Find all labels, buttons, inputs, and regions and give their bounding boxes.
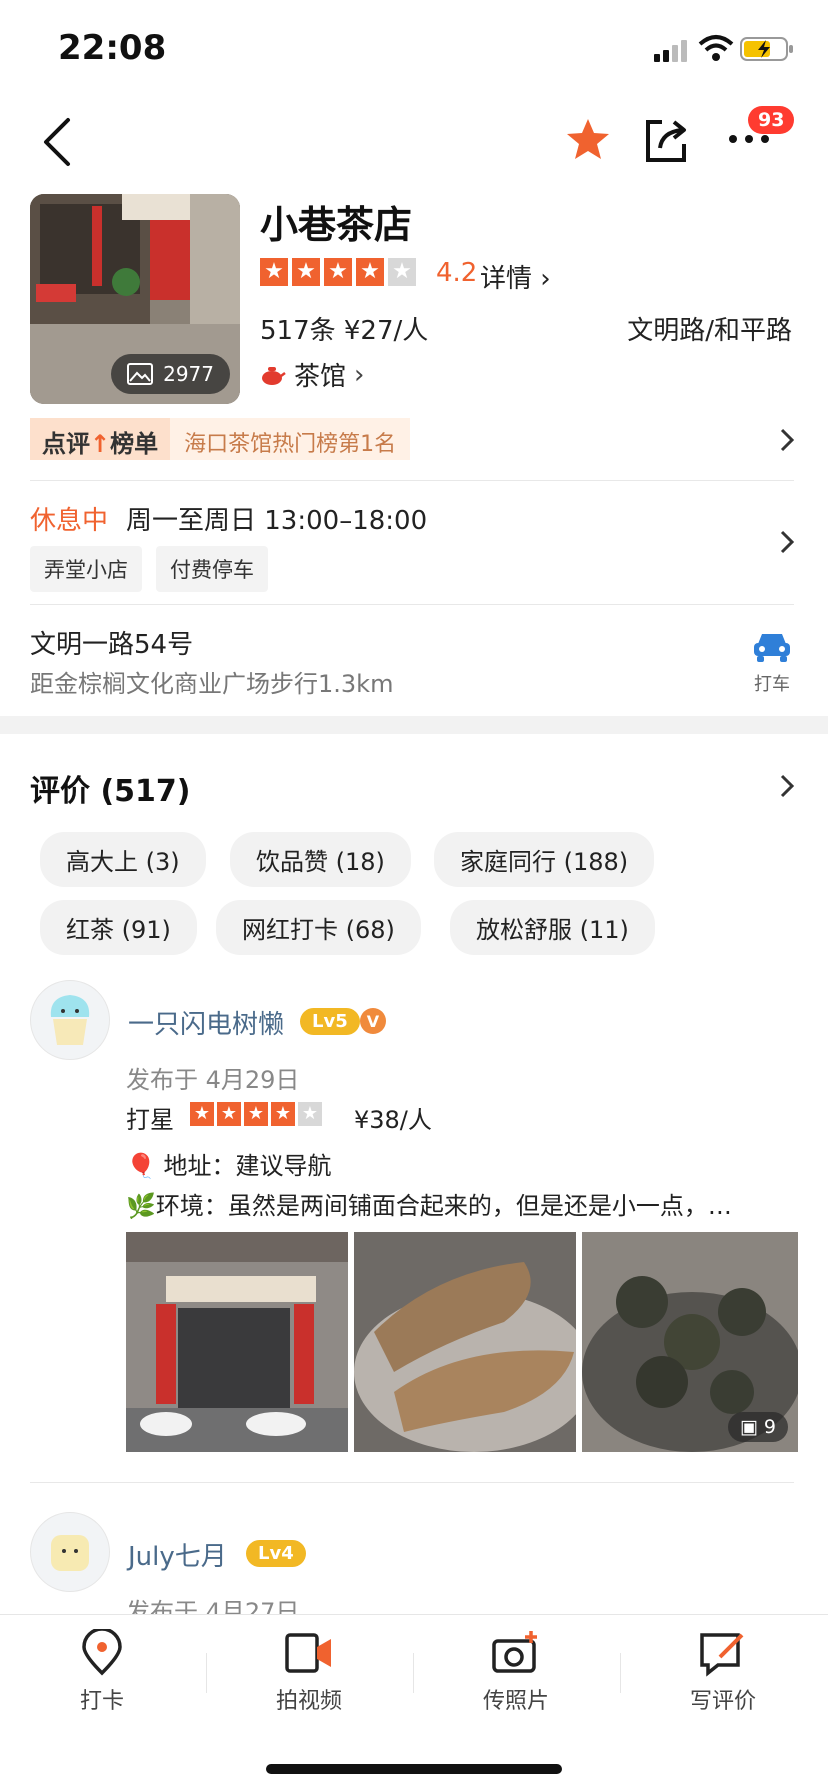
chevron-right-icon[interactable]	[778, 772, 796, 800]
review-tag-chip[interactable]: 高大上 (3)	[40, 832, 206, 887]
review-count-price: 517条 ¥27/人	[260, 316, 429, 346]
photo-count-pill[interactable]: 2977	[111, 354, 230, 394]
ranking-tag-b: 榜单	[110, 430, 159, 458]
taxi-car-icon[interactable]	[752, 630, 792, 664]
tab-separator	[206, 1653, 207, 1693]
verified-badge: V	[360, 1008, 386, 1034]
camera-plus-icon	[492, 1631, 537, 1673]
tab-label: 打卡	[79, 1689, 124, 1714]
review-tag-chip[interactable]: 家庭同行 (188)	[434, 832, 655, 887]
status-time: 22:08	[58, 28, 167, 68]
review-line-environment[interactable]: 🌿环境：虽然是两间铺面合起来的，但是还是小一点，…	[126, 1186, 798, 1221]
star-icon: ★	[190, 1102, 214, 1126]
teapot-icon	[262, 366, 286, 385]
shop-name: 小巷茶店	[260, 203, 413, 247]
tab-video[interactable]: 拍视频	[229, 1629, 389, 1715]
address-distance: 距金棕榈文化商业广场步行1.3km	[30, 670, 394, 698]
detail-label: 详情	[480, 264, 533, 294]
category-link[interactable]: 茶馆 ›	[260, 356, 364, 393]
cupcake-avatar-icon	[50, 995, 90, 1045]
back-arrow-icon[interactable]	[38, 116, 78, 168]
reviews-title[interactable]: 评价 (517)	[30, 766, 191, 810]
review-tag-chip[interactable]: 饮品赞 (18)	[230, 832, 411, 887]
favorite-star-icon[interactable]	[564, 116, 612, 164]
location-pin-icon	[82, 1629, 122, 1676]
section-separator	[0, 716, 828, 734]
cellular-signal-icon	[654, 40, 687, 62]
shop-tag: 付费停车	[156, 546, 268, 592]
video-camera-icon	[285, 1633, 331, 1673]
star-empty-icon: ★	[388, 258, 416, 286]
reviewer-name[interactable]: July七月	[128, 1536, 227, 1573]
tab-checkin[interactable]: 打卡	[22, 1629, 182, 1715]
review-line-address: 🎈 地址：建议导航	[126, 1152, 332, 1180]
taxi-label[interactable]: 打车	[754, 670, 790, 696]
more-photos-number: 9	[763, 1416, 776, 1438]
star-icon: ★	[324, 258, 352, 286]
tab-label: 拍视频	[275, 1689, 342, 1714]
ranking-tag: 点评↑榜单	[30, 418, 171, 460]
tab-label: 写评价	[689, 1689, 756, 1714]
score-label: 打星	[126, 1106, 174, 1134]
tab-separator	[620, 1653, 621, 1693]
chevron-right-icon[interactable]	[778, 528, 796, 556]
avatar[interactable]	[30, 1512, 110, 1592]
level-badge: Lv5	[300, 1008, 360, 1035]
review-photo-storefront	[126, 1232, 348, 1452]
shop-photo[interactable]: 2977	[30, 194, 240, 404]
ranking-tag-a: 点评	[42, 430, 90, 458]
star-icon: ★	[260, 258, 288, 286]
review-photo-food	[354, 1232, 576, 1452]
star-icon: ★	[292, 258, 320, 286]
review-price: ¥38/人	[354, 1106, 432, 1134]
star-empty-icon: ★	[298, 1102, 322, 1126]
write-review-icon	[700, 1633, 744, 1677]
chevron-right-icon[interactable]	[778, 426, 796, 454]
review-tag-chip[interactable]: 网红打卡 (68)	[216, 900, 421, 955]
review-tag-chip[interactable]: 放松舒服 (11)	[450, 900, 655, 955]
wifi-icon	[698, 35, 734, 61]
status-bar: 22:08	[0, 0, 828, 96]
image-icon: ▣	[739, 1416, 764, 1438]
tab-separator	[413, 1653, 414, 1693]
photo-count: 2977	[163, 362, 214, 386]
review-stars: ★ ★ ★ ★ ★	[190, 1102, 322, 1126]
toast-avatar-icon	[51, 1535, 89, 1571]
image-icon	[127, 363, 154, 385]
category-label: 茶馆	[294, 362, 347, 392]
star-icon: ★	[217, 1102, 241, 1126]
star-icon: ★	[356, 258, 384, 286]
rating-detail-link[interactable]: 详情 ›	[480, 258, 551, 295]
home-indicator[interactable]	[266, 1764, 562, 1774]
rating-score: 4.2	[436, 258, 478, 288]
divider	[30, 1482, 794, 1483]
tab-upload-photo[interactable]: 传照片	[436, 1629, 596, 1715]
avatar[interactable]	[30, 980, 110, 1060]
more-photos-count[interactable]: ▣ 9	[727, 1412, 788, 1442]
divider	[30, 604, 794, 605]
battery-icon	[740, 37, 793, 61]
publish-date: 发布于 4月29日	[126, 1066, 300, 1094]
reviewer-name[interactable]: 一只闪电树懒	[128, 1004, 284, 1041]
shop-tag: 弄堂小店	[30, 546, 142, 592]
star-icon: ★	[271, 1102, 295, 1126]
shop-address[interactable]: 文明一路54号	[30, 624, 193, 661]
level-badge: Lv4	[246, 1540, 306, 1567]
notification-badge: 93	[748, 106, 795, 134]
ranking-banner[interactable]: 点评↑榜单 海口茶馆热门榜第1名	[30, 418, 411, 460]
review-tag-chip[interactable]: 红茶 (91)	[40, 900, 197, 955]
share-icon[interactable]	[644, 116, 690, 164]
ranking-text: 海口茶馆热门榜第1名	[170, 418, 411, 460]
tab-write-review[interactable]: 写评价	[643, 1629, 803, 1715]
review-photo[interactable]	[126, 1232, 348, 1452]
hours-status: 休息中	[30, 506, 109, 536]
area-label: 文明路/和平路	[627, 316, 792, 346]
tab-label: 传照片	[482, 1689, 549, 1714]
divider	[30, 480, 794, 481]
rating-stars: ★ ★ ★ ★ ★	[260, 258, 416, 286]
review-photo[interactable]: ▣ 9	[582, 1232, 798, 1452]
business-hours[interactable]: 周一至周日 13:00–18:00	[126, 500, 427, 537]
review-photo[interactable]	[354, 1232, 576, 1452]
star-icon: ★	[244, 1102, 268, 1126]
